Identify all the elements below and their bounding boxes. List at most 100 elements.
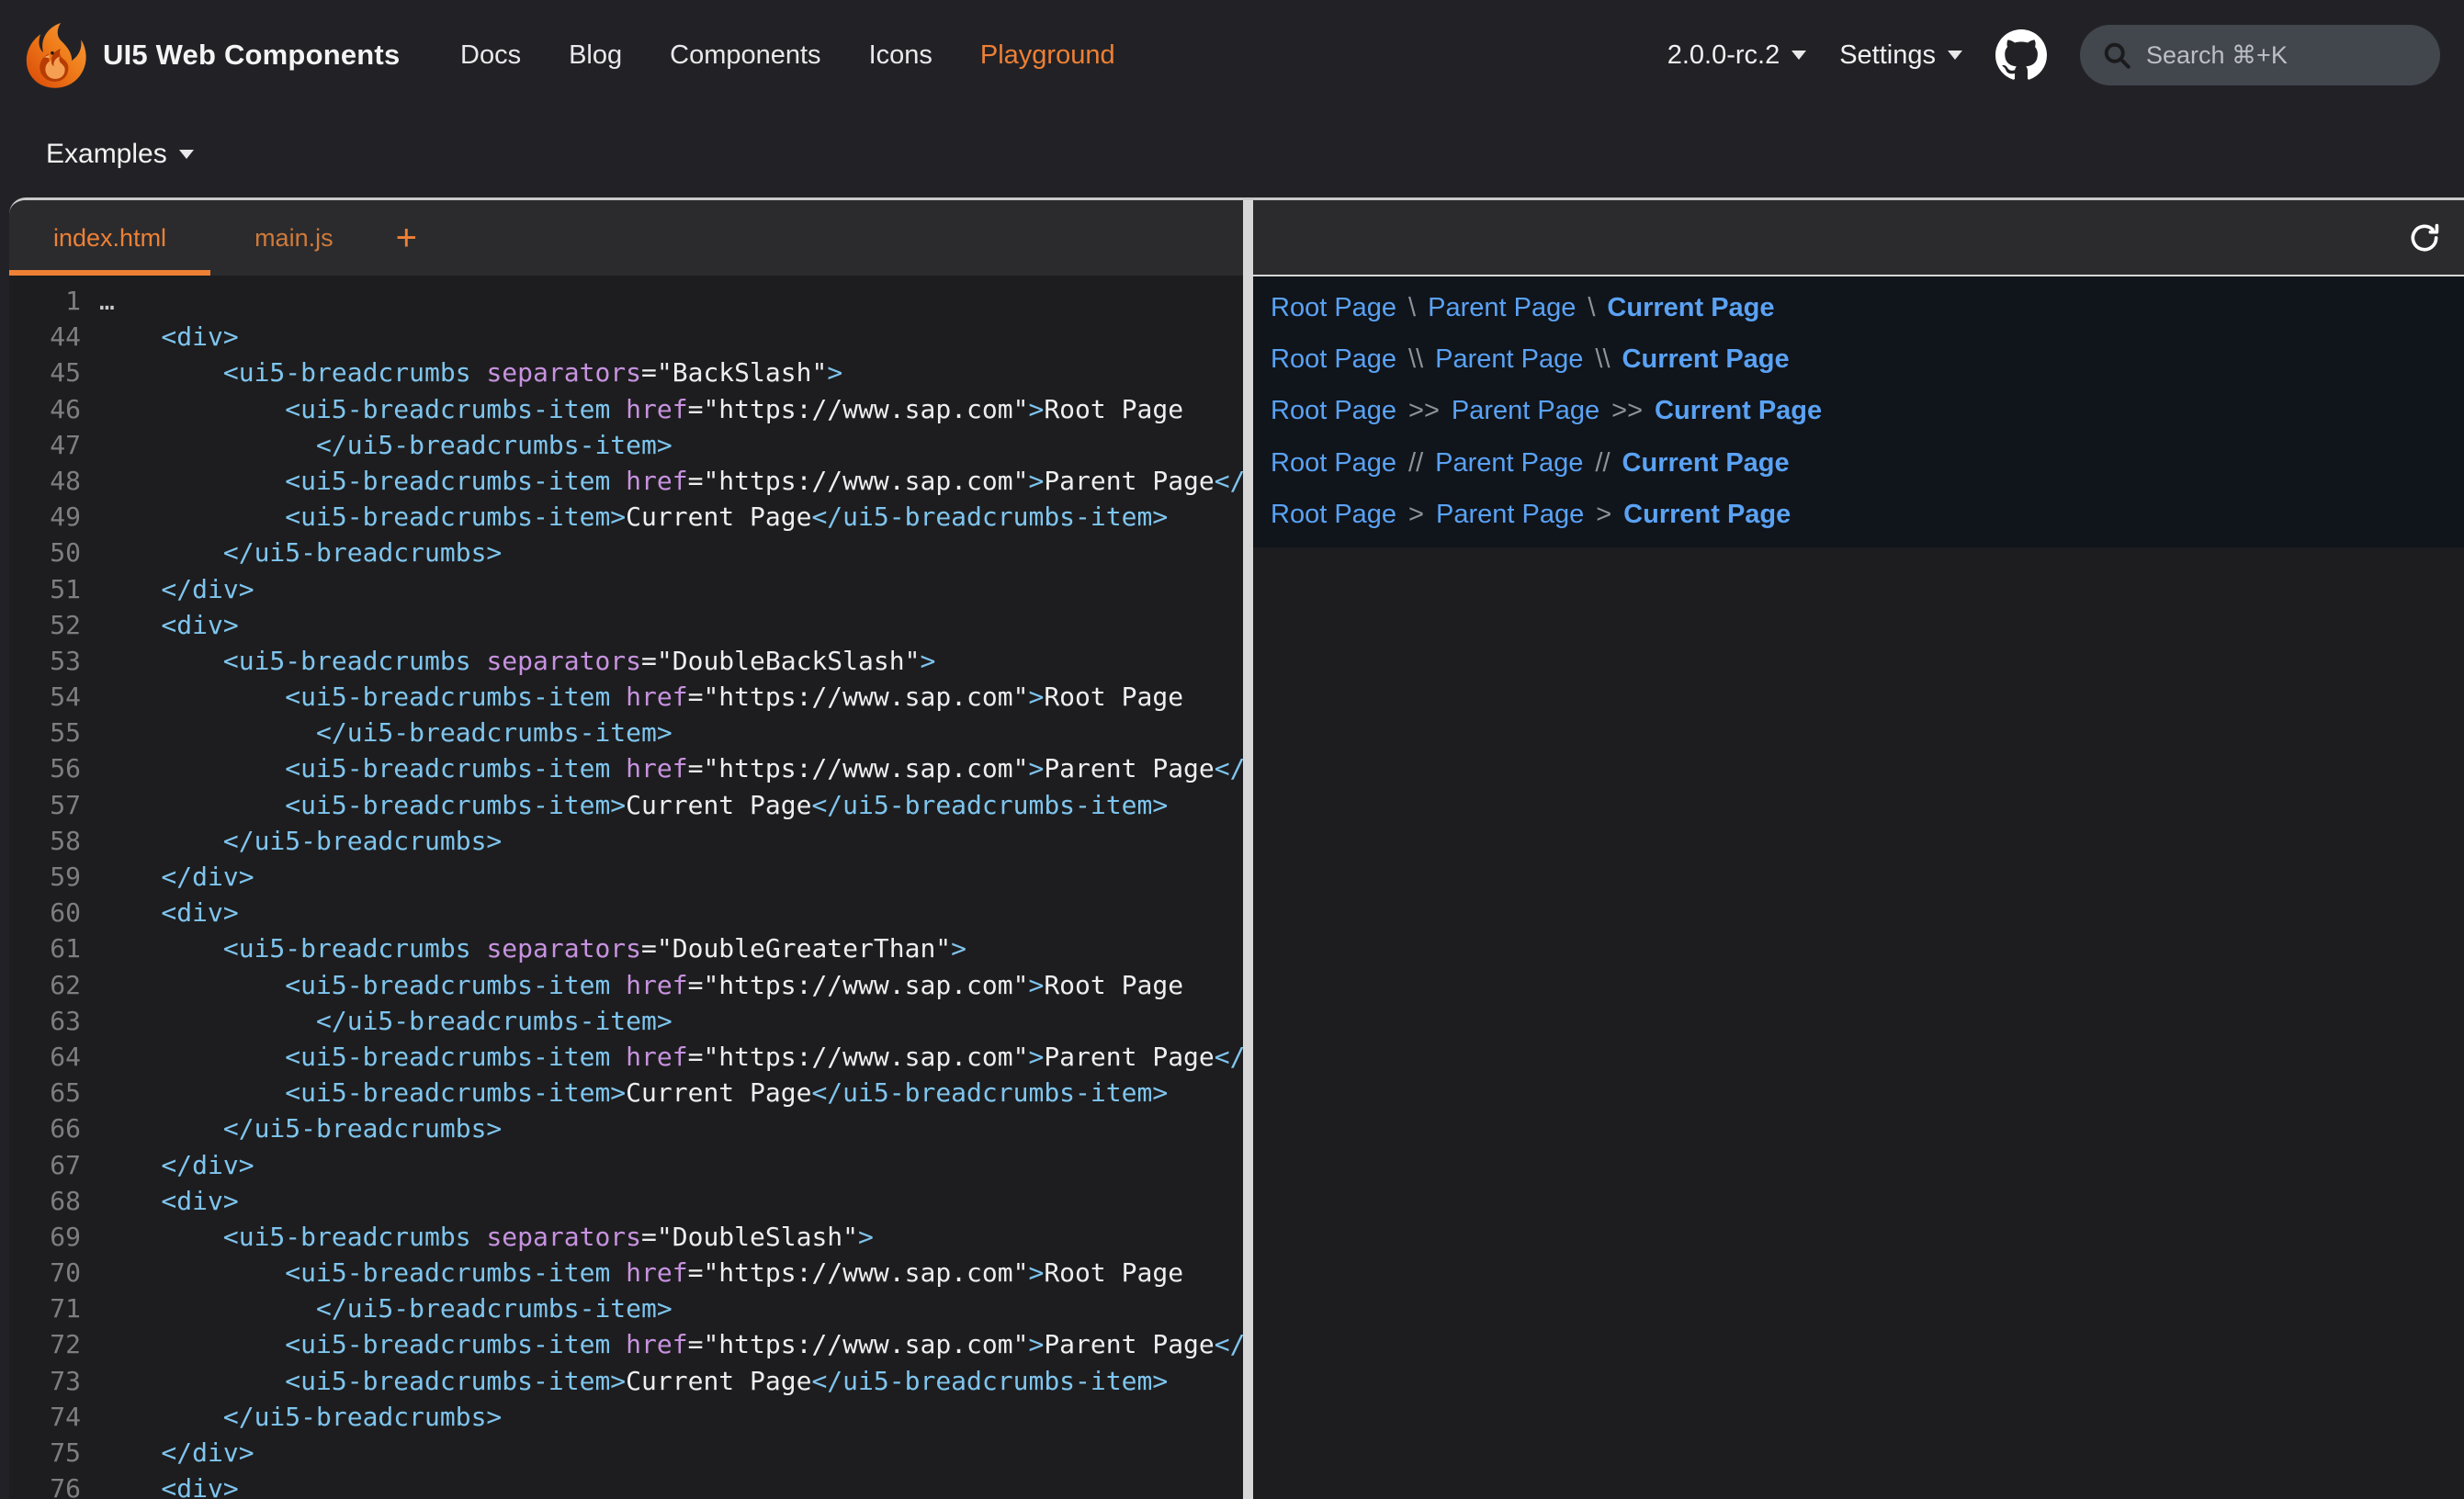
code-line-72[interactable]: 72 <ui5-breadcrumbs-item href="https://w… [9, 1326, 1243, 1362]
code-text: </div> [81, 1435, 254, 1471]
code-line-61[interactable]: 61 <ui5-breadcrumbs separators="DoubleGr… [9, 930, 1243, 966]
line-number: 71 [9, 1290, 81, 1326]
code-text: <ui5-breadcrumbs separators="DoubleBackS… [81, 643, 935, 679]
breadcrumb-link[interactable]: Parent Page [1428, 293, 1576, 323]
code-line-75[interactable]: 75 </div> [9, 1435, 1243, 1471]
code-line-44[interactable]: 44 <div> [9, 319, 1243, 355]
nav-link-docs[interactable]: Docs [460, 40, 521, 71]
code-text: </ui5-breadcrumbs-item> [81, 715, 673, 750]
breadcrumb-link[interactable]: Parent Page [1435, 448, 1583, 479]
breadcrumb-current: Current Page [1623, 500, 1791, 530]
breadcrumb: Root Page>>Parent Page>>Current Page [1271, 386, 2464, 437]
code-line-73[interactable]: 73 <ui5-breadcrumbs-item>Current Page</u… [9, 1363, 1243, 1399]
code-line-49[interactable]: 49 <ui5-breadcrumbs-item>Current Page</u… [9, 499, 1243, 535]
line-number: 48 [9, 463, 81, 499]
line-number: 76 [9, 1471, 81, 1499]
breadcrumb-link[interactable]: Root Page [1271, 344, 1396, 375]
code-line-52[interactable]: 52 <div> [9, 607, 1243, 643]
breadcrumb-link[interactable]: Root Page [1271, 293, 1396, 323]
code-text: <ui5-breadcrumbs-item href="https://www.… [81, 1039, 1243, 1075]
code-line-71[interactable]: 71 </ui5-breadcrumbs-item> [9, 1290, 1243, 1326]
code-text: </ui5-breadcrumbs> [81, 535, 502, 570]
breadcrumb-link[interactable]: Root Page [1271, 448, 1396, 479]
code-line-67[interactable]: 67 </div> [9, 1147, 1243, 1183]
line-number: 44 [9, 319, 81, 355]
line-number: 57 [9, 787, 81, 823]
nav-link-icons[interactable]: Icons [869, 40, 932, 71]
code-line-68[interactable]: 68 <div> [9, 1183, 1243, 1219]
code-text: <ui5-breadcrumbs-item>Current Page</ui5-… [81, 1363, 1168, 1399]
chevron-down-icon [1948, 51, 1962, 60]
code-text: </ui5-breadcrumbs-item> [81, 1290, 673, 1326]
code-line-57[interactable]: 57 <ui5-breadcrumbs-item>Current Page</u… [9, 787, 1243, 823]
code-line-51[interactable]: 51 </div> [9, 571, 1243, 607]
add-tab-button[interactable]: + [378, 200, 435, 276]
code-line-50[interactable]: 50 </ui5-breadcrumbs> [9, 535, 1243, 570]
examples-menu[interactable]: Examples [46, 110, 194, 197]
code-editor[interactable]: 1…44 <div>45 <ui5-breadcrumbs separators… [9, 276, 1243, 1499]
line-number: 59 [9, 859, 81, 895]
nav-link-blog[interactable]: Blog [569, 40, 622, 71]
breadcrumb-link[interactable]: Parent Page [1435, 344, 1583, 375]
code-line-60[interactable]: 60 <div> [9, 895, 1243, 930]
breadcrumb-separator: \\ [1595, 344, 1610, 375]
code-line-53[interactable]: 53 <ui5-breadcrumbs separators="DoubleBa… [9, 643, 1243, 679]
line-number: 64 [9, 1039, 81, 1075]
code-text: <ui5-breadcrumbs-item href="https://www.… [81, 1326, 1243, 1362]
breadcrumb-link[interactable]: Parent Page [1436, 500, 1584, 530]
refresh-icon[interactable] [2407, 220, 2442, 255]
search-input[interactable]: Search ⌘+K [2080, 25, 2440, 85]
breadcrumb-link[interactable]: Parent Page [1452, 396, 1599, 426]
code-text: <ui5-breadcrumbs-item>Current Page</ui5-… [81, 499, 1168, 535]
nav-right-cluster: 2.0.0-rc.2 Settings Search ⌘+K [1667, 0, 2440, 110]
code-line-55[interactable]: 55 </ui5-breadcrumbs-item> [9, 715, 1243, 750]
code-text: <ui5-breadcrumbs-item href="https://www.… [81, 1255, 1183, 1290]
ui5-phoenix-logo-icon[interactable] [20, 20, 90, 90]
code-line-59[interactable]: 59 </div> [9, 859, 1243, 895]
line-number: 73 [9, 1363, 81, 1399]
code-editor-pane: index.htmlmain.js+ 1…44 <div>45 <ui5-bre… [9, 200, 1243, 1499]
pane-splitter[interactable] [1243, 200, 1253, 1499]
chevron-down-icon [1791, 51, 1806, 60]
code-line-47[interactable]: 47 </ui5-breadcrumbs-item> [9, 427, 1243, 463]
code-line-56[interactable]: 56 <ui5-breadcrumbs-item href="https://w… [9, 750, 1243, 786]
code-line-48[interactable]: 48 <ui5-breadcrumbs-item href="https://w… [9, 463, 1243, 499]
breadcrumb-link[interactable]: Root Page [1271, 500, 1396, 530]
version-menu[interactable]: 2.0.0-rc.2 [1667, 40, 1807, 71]
code-line-65[interactable]: 65 <ui5-breadcrumbs-item>Current Page</u… [9, 1075, 1243, 1110]
code-line-46[interactable]: 46 <ui5-breadcrumbs-item href="https://w… [9, 391, 1243, 427]
line-number: 67 [9, 1147, 81, 1183]
code-text: <div> [81, 1183, 239, 1219]
line-number: 50 [9, 535, 81, 570]
nav-link-playground[interactable]: Playground [980, 40, 1115, 71]
version-label: 2.0.0-rc.2 [1667, 40, 1780, 71]
code-line-69[interactable]: 69 <ui5-breadcrumbs separators="DoubleSl… [9, 1219, 1243, 1255]
breadcrumb: Root Page\Parent Page\Current Page [1271, 282, 2464, 333]
breadcrumb-separator: >> [1611, 396, 1643, 426]
nav-link-components[interactable]: Components [670, 40, 820, 71]
code-line-74[interactable]: 74 </ui5-breadcrumbs> [9, 1399, 1243, 1435]
code-line-54[interactable]: 54 <ui5-breadcrumbs-item href="https://w… [9, 679, 1243, 715]
code-line-70[interactable]: 70 <ui5-breadcrumbs-item href="https://w… [9, 1255, 1243, 1290]
code-line-62[interactable]: 62 <ui5-breadcrumbs-item href="https://w… [9, 967, 1243, 1003]
breadcrumb-link[interactable]: Root Page [1271, 396, 1396, 426]
line-number: 46 [9, 391, 81, 427]
github-icon[interactable] [1995, 29, 2047, 81]
code-line-63[interactable]: 63 </ui5-breadcrumbs-item> [9, 1003, 1243, 1039]
primary-nav: Docs Blog Components Icons Playground [460, 0, 1115, 110]
code-text: <div> [81, 895, 239, 930]
code-text: <ui5-breadcrumbs separators="DoubleGreat… [81, 930, 966, 966]
code-line-58[interactable]: 58 </ui5-breadcrumbs> [9, 823, 1243, 859]
settings-menu[interactable]: Settings [1839, 40, 1962, 71]
code-line-76[interactable]: 76 <div> [9, 1471, 1243, 1499]
line-number: 54 [9, 679, 81, 715]
tab-index.html[interactable]: index.html [9, 200, 210, 276]
tab-main.js[interactable]: main.js [210, 200, 378, 276]
search-placeholder: Search ⌘+K [2146, 41, 2288, 70]
code-line-1[interactable]: 1… [9, 283, 1243, 319]
code-line-45[interactable]: 45 <ui5-breadcrumbs separators="BackSlas… [9, 355, 1243, 390]
code-line-64[interactable]: 64 <ui5-breadcrumbs-item href="https://w… [9, 1039, 1243, 1075]
code-line-66[interactable]: 66 </ui5-breadcrumbs> [9, 1110, 1243, 1146]
breadcrumb-separator: \\ [1408, 344, 1423, 375]
brand-title[interactable]: UI5 Web Components [103, 0, 400, 110]
